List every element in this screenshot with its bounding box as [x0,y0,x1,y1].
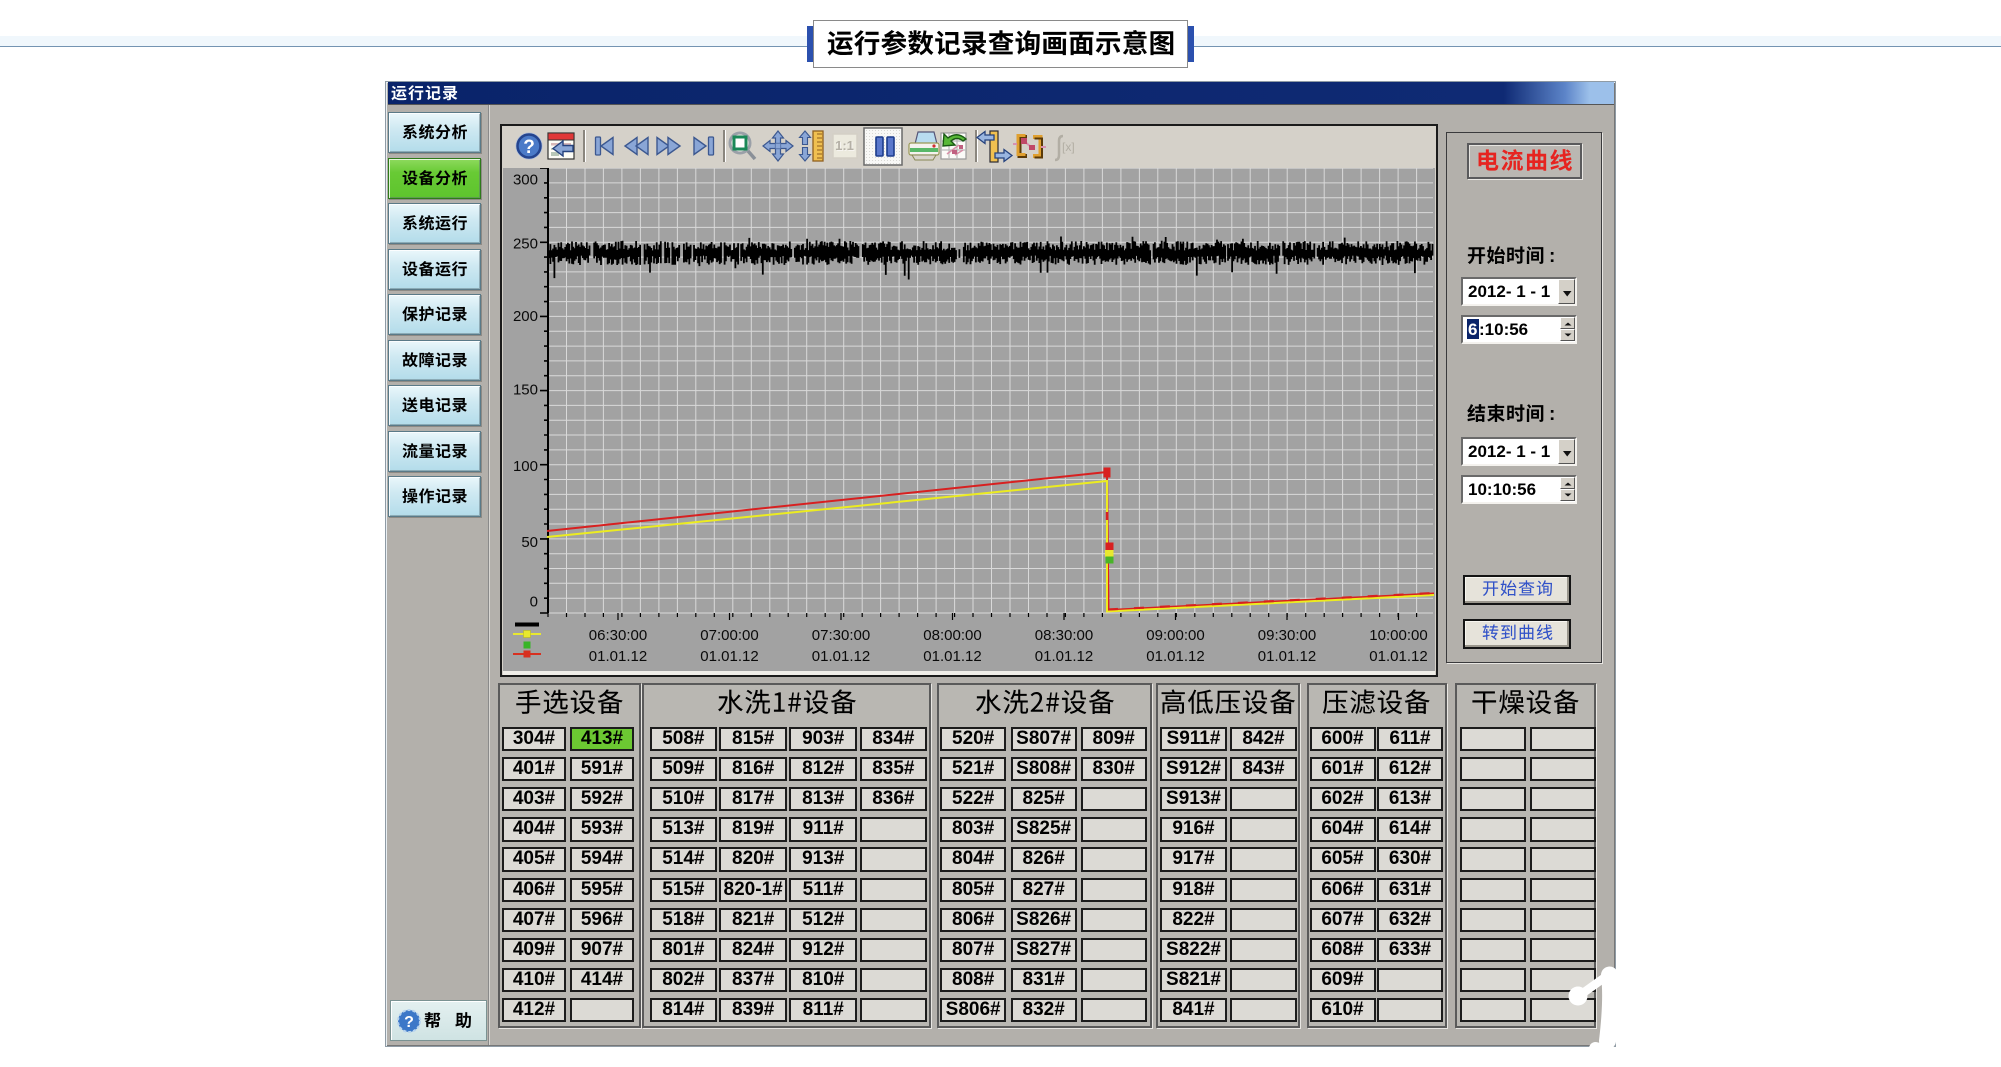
svg-text:?: ? [523,137,535,158]
svg-text:200: 200 [513,308,538,325]
svg-text:01.01.12: 01.01.12 [1146,648,1204,665]
svg-text:?: ? [404,1014,414,1031]
svg-text:01.01.12: 01.01.12 [700,648,758,665]
svg-text:01.01.12: 01.01.12 [589,648,647,665]
svg-text:01.01.12: 01.01.12 [1258,648,1316,665]
svg-text:[x]: [x] [1062,140,1075,154]
svg-text:09:30:00: 09:30:00 [1258,627,1316,644]
svg-text:1:1: 1:1 [835,138,854,153]
svg-text:07:00:00: 07:00:00 [700,627,758,644]
svg-text:01.01.12: 01.01.12 [812,648,870,665]
svg-text:01.01.12: 01.01.12 [1035,648,1093,665]
svg-text:300: 300 [513,172,538,189]
svg-text:10:00:00: 10:00:00 [1369,627,1427,644]
svg-text:100: 100 [513,458,538,475]
svg-text:08:30:00: 08:30:00 [1035,627,1093,644]
svg-text:09:00:00: 09:00:00 [1146,627,1204,644]
svg-text:150: 150 [513,382,538,399]
svg-text:07:30:00: 07:30:00 [812,627,870,644]
svg-text:50: 50 [521,534,538,551]
svg-text:01.01.12: 01.01.12 [923,648,981,665]
svg-text:06:30:00: 06:30:00 [589,627,647,644]
svg-text:01.01.12: 01.01.12 [1369,648,1427,665]
svg-text:08:00:00: 08:00:00 [923,627,981,644]
svg-text:0: 0 [530,594,538,611]
svg-text:250: 250 [513,236,538,253]
